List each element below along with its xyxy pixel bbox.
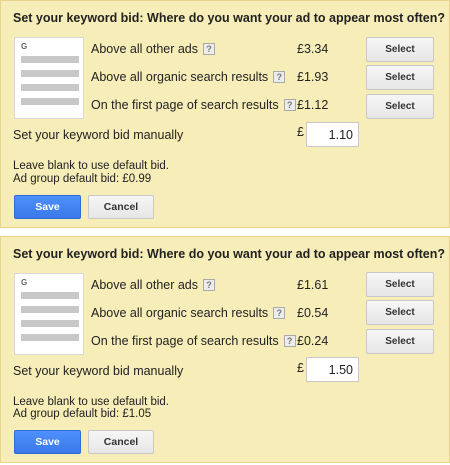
cancel-button[interactable]: Cancel (88, 430, 154, 454)
option-label-text: On the first page of search results (91, 334, 279, 348)
option-price: £1.61 (297, 278, 329, 292)
option-label-top: Above all other ads ? (91, 40, 216, 58)
bid-panel-1: Set your keyword bid: Where do you want … (0, 0, 450, 228)
save-button[interactable]: Save (14, 430, 81, 454)
option-price: £0.24 (297, 334, 329, 348)
thumbnail-ad-bar (21, 98, 79, 105)
select-button-first-page[interactable]: Select (366, 329, 434, 354)
search-logo-letter: G (21, 278, 28, 287)
select-button-top[interactable]: Select (366, 37, 434, 62)
help-icon[interactable]: ? (273, 307, 286, 319)
currency-symbol: £ (297, 125, 304, 139)
thumbnail-ad-bar (21, 320, 79, 327)
help-icon[interactable]: ? (273, 71, 286, 83)
ad-group-default-bid: Ad group default bid: £1.05 (13, 408, 152, 420)
thumbnail-ad-bar (21, 84, 79, 91)
panel-title: Set your keyword bid: Where do you want … (13, 11, 445, 25)
select-button-first-page[interactable]: Select (366, 94, 434, 119)
ad-position-thumbnail: G (14, 273, 84, 355)
manual-bid-label: Set your keyword bid manually (13, 128, 184, 142)
option-label-organic: Above all organic search results ? (91, 304, 286, 322)
manual-bid-label: Set your keyword bid manually (13, 364, 184, 378)
select-button-top[interactable]: Select (366, 272, 434, 297)
select-button-organic[interactable]: Select (366, 65, 434, 90)
option-price: £1.93 (297, 70, 329, 84)
ad-group-default-bid: Ad group default bid: £0.99 (13, 173, 152, 185)
option-label-organic: Above all organic search results ? (91, 68, 286, 86)
option-price: £3.34 (297, 42, 329, 56)
option-label-text: Above all other ads (91, 42, 199, 56)
option-label-first-page: On the first page of search results ? (91, 96, 296, 114)
option-label-text: On the first page of search results (91, 98, 279, 112)
save-button[interactable]: Save (14, 195, 81, 219)
select-button-organic[interactable]: Select (366, 300, 434, 325)
help-icon[interactable]: ? (203, 279, 216, 291)
option-label-text: Above all organic search results (91, 306, 269, 320)
currency-symbol: £ (297, 361, 304, 375)
thumbnail-ad-bar (21, 56, 79, 63)
panel-title: Set your keyword bid: Where do you want … (13, 247, 445, 261)
option-label-text: Above all other ads (91, 278, 199, 292)
option-label-top: Above all other ads ? (91, 276, 216, 294)
option-label-text: Above all organic search results (91, 70, 269, 84)
cancel-button[interactable]: Cancel (88, 195, 154, 219)
search-logo-letter: G (21, 42, 28, 51)
option-price: £0.54 (297, 306, 329, 320)
option-price: £1.12 (297, 98, 329, 112)
thumbnail-ad-bar (21, 70, 79, 77)
manual-bid-input[interactable] (306, 357, 359, 382)
default-bid-hint: Leave blank to use default bid. (13, 160, 170, 172)
thumbnail-ad-bar (21, 306, 79, 313)
thumbnail-ad-bar (21, 292, 79, 299)
bid-panel-2: Set your keyword bid: Where do you want … (0, 236, 450, 463)
help-icon[interactable]: ? (283, 99, 296, 111)
help-icon[interactable]: ? (203, 43, 216, 55)
help-icon[interactable]: ? (283, 335, 296, 347)
thumbnail-ad-bar (21, 334, 79, 341)
option-label-first-page: On the first page of search results ? (91, 332, 296, 350)
ad-position-thumbnail: G (14, 37, 84, 119)
manual-bid-input[interactable] (306, 122, 359, 147)
